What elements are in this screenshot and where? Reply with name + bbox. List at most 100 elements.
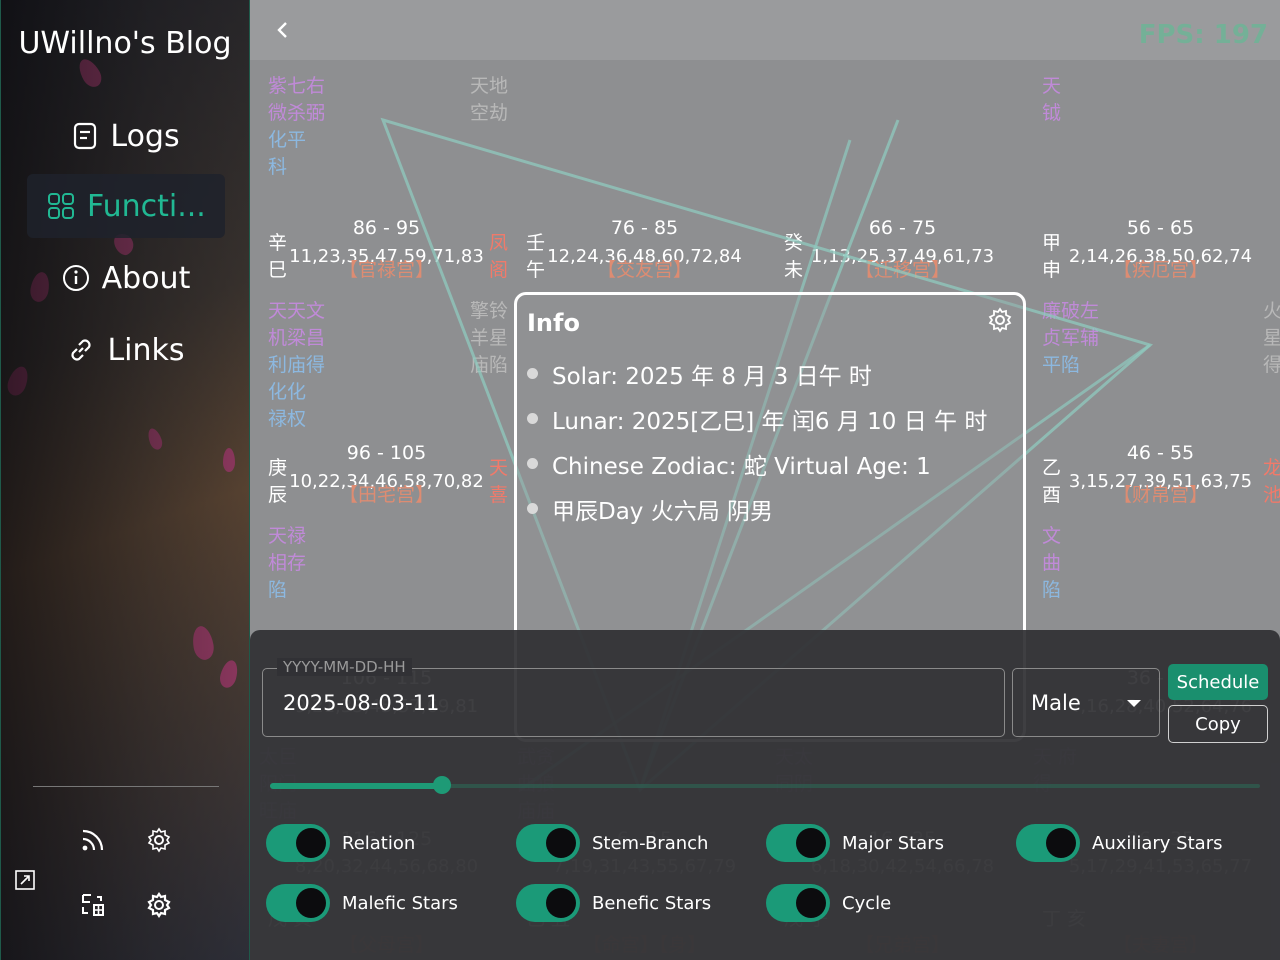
major-stars: 廉贞平破军陷左辅 [1042, 300, 1100, 376]
settings-button[interactable] [141, 822, 177, 858]
info-solar-line: Solar: 2025 年 8 月 3 日午 时 [527, 351, 987, 396]
toggle-knob [296, 828, 326, 858]
palace-name: 【迁移宫】 [854, 259, 950, 281]
palace-name: 【财帛宫】 [1112, 484, 1208, 506]
major-stars: 紫微化科七杀平右弼 [268, 75, 326, 178]
toggle-switch[interactable] [766, 824, 830, 862]
gender-select[interactable]: Male [1012, 668, 1160, 737]
toggle-label: Major Stars [842, 832, 944, 854]
palace-name: 【田宅宫】 [338, 484, 434, 506]
nav-item-functions[interactable]: Functi... [27, 174, 225, 238]
link-icon [71, 339, 91, 361]
palace-name: 【交友宫】 [596, 259, 692, 281]
theme-settings-icon [147, 892, 171, 918]
age-slider-fill [270, 783, 443, 789]
toggle-knob [546, 828, 576, 858]
extra-stars: 天喜 [489, 457, 509, 506]
date-input[interactable]: YYYY-MM-DD-HH 2025-08-03-11 [262, 658, 1005, 737]
info-settings-button[interactable] [987, 307, 1013, 333]
palace-cell[interactable]: 天钺 56 - 65 2,14,26,38,50,62,74 甲申【疾厄宫】 [1033, 65, 1280, 290]
toggle-major-stars[interactable]: Major Stars [766, 824, 944, 862]
minor-stars: 天空地劫 [470, 75, 509, 124]
main-area: FPS: 197 紫微化科七杀平右弼天空地劫 86 - 95 11,23,35,47… [250, 0, 1280, 960]
toggle-label: Cycle [842, 892, 892, 914]
decade-range: 96 - 105 [346, 442, 427, 464]
sidebar: UWillno's Blog Logs Functi... About Link… [0, 0, 250, 960]
blog-title[interactable]: UWillno's Blog [1, 26, 249, 61]
nav-label-links: Links [107, 332, 185, 368]
toggle-auxiliary-stars[interactable]: Auxiliary Stars [1016, 824, 1222, 862]
toggle-knob [796, 888, 826, 918]
toggle-benefic-stars[interactable]: Benefic Stars [516, 884, 711, 922]
toggle-label: Benefic Stars [592, 892, 712, 914]
top-bar [250, 0, 1280, 60]
date-input-value[interactable]: 2025-08-03-11 [283, 691, 439, 715]
fullscreen-button[interactable] [7, 862, 43, 898]
palace-cell[interactable]: 66 - 75 1,13,25,37,49,61,73 癸未【迁移宫】 [775, 65, 1030, 290]
toggle-switch[interactable] [266, 824, 330, 862]
toggle-label: Auxiliary Stars [1092, 832, 1223, 854]
decade-range: 56 - 65 [1126, 217, 1195, 239]
palace-cell[interactable]: 76 - 85 12,24,36,48,60,72,84 壬午【交友宫】 [517, 65, 772, 290]
grid-icon [48, 193, 74, 219]
fps-counter: FPS: 197 [1138, 20, 1268, 50]
document-icon [74, 122, 97, 150]
palace-name: 【疾厄宫】 [1112, 259, 1208, 281]
nav-label-functions: Functi... [87, 188, 206, 224]
major-stars: 天相陷禄存 [268, 525, 307, 601]
decade-range: 86 - 95 [352, 217, 421, 239]
rss-button[interactable] [75, 822, 111, 858]
toggle-malefic-stars[interactable]: Malefic Stars [266, 884, 458, 922]
toggle-switch[interactable] [266, 884, 330, 922]
rss-icon [82, 829, 104, 851]
age-slider-thumb[interactable] [433, 776, 452, 794]
decade-range: 66 - 75 [868, 217, 937, 239]
minor-stars: 擎羊庙铃星陷 [470, 300, 509, 376]
gender-select-value: Male [1031, 691, 1081, 715]
translate-button[interactable] [75, 887, 111, 923]
toggle-cycle[interactable]: Cycle [766, 884, 891, 922]
info-day-line: 甲辰Day 火六局 阴男 [527, 486, 987, 531]
chevron-left-icon [277, 22, 287, 38]
translate-icon [82, 894, 104, 916]
info-title: Info [527, 309, 580, 337]
toggle-switch[interactable] [516, 884, 580, 922]
decade-range: 76 - 85 [610, 217, 679, 239]
decade-range: 46 - 55 [1126, 442, 1195, 464]
nav-item-logs[interactable]: Logs [27, 104, 225, 168]
extra-stars: 凤阁 [489, 232, 509, 281]
settings-icon [988, 307, 1012, 333]
major-stars: 文曲陷 [1042, 525, 1062, 601]
back-button[interactable] [268, 16, 296, 44]
nav-item-about[interactable]: About [27, 246, 225, 310]
toggle-relation[interactable]: Relation [266, 824, 415, 862]
toggle-stem-branch[interactable]: Stem-Branch [516, 824, 708, 862]
nav-label-logs: Logs [110, 118, 180, 154]
palace-cell[interactable]: 紫微化科七杀平右弼天空地劫 86 - 95 11,23,35,47,59,71,83… [259, 65, 514, 290]
sidebar-divider [33, 786, 219, 787]
theme-settings-button[interactable] [141, 887, 177, 923]
palace-cell[interactable]: 天机利化禄天梁庙化权文昌得擎羊庙铃星陷 96 - 105 10,22,34,46,5… [259, 290, 514, 515]
info-zodiac-line: Chinese Zodiac: 蛇 Virtual Age: 1 [527, 441, 987, 486]
toggle-knob [796, 828, 826, 858]
date-input-label: YYYY-MM-DD-HH [277, 658, 412, 676]
toggle-label: Relation [342, 832, 416, 854]
schedule-button[interactable]: Schedule [1168, 664, 1268, 700]
nav-label-about: About [101, 260, 191, 296]
minor-stars: 火星得 [1263, 300, 1280, 376]
toggle-knob [546, 888, 576, 918]
nav-item-links[interactable]: Links [27, 318, 225, 382]
toggle-switch[interactable] [516, 824, 580, 862]
toggle-label: Stem-Branch [592, 832, 709, 854]
toggle-knob [1046, 828, 1076, 858]
copy-button[interactable]: Copy [1168, 705, 1268, 743]
toggle-switch[interactable] [766, 884, 830, 922]
toggle-switch[interactable] [1016, 824, 1080, 862]
major-stars: 天机利化禄天梁庙化权文昌得 [268, 300, 326, 430]
control-panel: YYYY-MM-DD-HH 2025-08-03-11 Male Schedul… [250, 630, 1280, 960]
major-stars: 天钺 [1042, 75, 1062, 124]
toggle-label: Malefic Stars [342, 892, 458, 914]
settings-icon [147, 827, 171, 853]
palace-cell[interactable]: 廉贞平破军陷左辅火星得 46 - 55 3,15,27,39,51,63,75 乙酉【… [1033, 290, 1280, 515]
chevron-down-icon [1127, 700, 1141, 707]
